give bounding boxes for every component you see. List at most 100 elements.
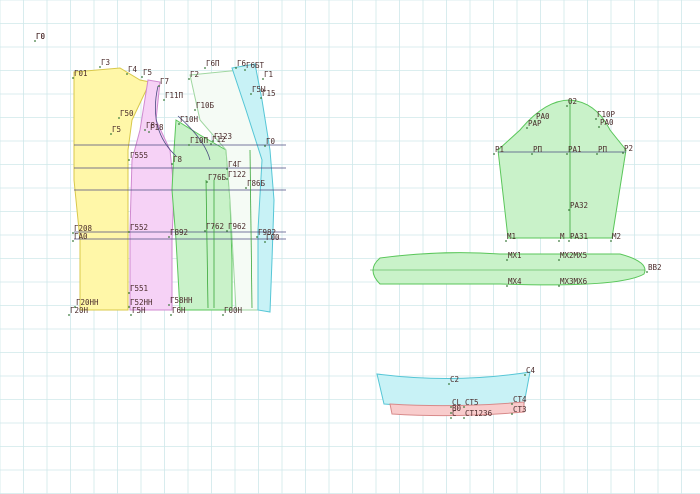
collar-point-marker[interactable] bbox=[524, 374, 526, 376]
bodice-point-marker[interactable] bbox=[163, 99, 165, 101]
bodice-point-marker[interactable] bbox=[222, 314, 224, 316]
sleeve-point-marker[interactable] bbox=[622, 152, 624, 154]
bodice-point-marker[interactable] bbox=[262, 78, 264, 80]
bodice-point-marker[interactable] bbox=[168, 304, 170, 306]
bodice-point-marker[interactable] bbox=[204, 230, 206, 232]
bodice-point-marker[interactable] bbox=[244, 69, 246, 71]
sleeve-point-marker[interactable] bbox=[596, 153, 598, 155]
bodice-back-green[interactable] bbox=[171, 119, 233, 311]
bodice-point-marker[interactable] bbox=[141, 76, 143, 78]
sleeve-point-marker[interactable] bbox=[506, 259, 508, 261]
bodice-point-marker[interactable] bbox=[72, 77, 74, 79]
bodice-point-label: Г4 bbox=[128, 65, 138, 74]
bodice-point-label: Г122 bbox=[228, 170, 246, 179]
bodice-point-marker[interactable] bbox=[206, 181, 208, 183]
sleeve-point-marker[interactable] bbox=[568, 240, 570, 242]
bodice-point-marker[interactable] bbox=[170, 314, 172, 316]
collar-point-marker[interactable] bbox=[450, 406, 452, 408]
bodice-point-label: ГА0 bbox=[74, 232, 88, 241]
bodice-point-marker[interactable] bbox=[226, 178, 228, 180]
bodice-point-marker[interactable] bbox=[68, 314, 70, 316]
bodice-point-marker[interactable] bbox=[118, 117, 120, 119]
bodice-point-label: Г3 bbox=[101, 58, 110, 67]
bodice-point-marker[interactable] bbox=[226, 230, 228, 232]
bodice-point-label: Г11П bbox=[165, 91, 184, 100]
bodice-point-marker[interactable] bbox=[130, 314, 132, 316]
collar-point-label: СТ1236 bbox=[465, 409, 493, 418]
bodice-point-marker[interactable] bbox=[188, 144, 190, 146]
collar-point-marker[interactable] bbox=[450, 412, 452, 414]
bodice-point-marker[interactable] bbox=[158, 85, 160, 87]
bodice-point-marker[interactable] bbox=[99, 66, 101, 68]
sleeve-point-marker[interactable] bbox=[646, 271, 648, 273]
bodice-point-marker[interactable] bbox=[110, 133, 112, 135]
sleeve-point-marker[interactable] bbox=[558, 285, 560, 287]
bodice-point-marker[interactable] bbox=[264, 145, 266, 147]
bodice-point-label: Г01 bbox=[74, 69, 88, 78]
bodice-point-label: Г4Г bbox=[228, 160, 242, 169]
sleeve-point-marker[interactable] bbox=[506, 285, 508, 287]
bodice-point-label: Г18 bbox=[150, 123, 164, 132]
bodice-point-marker[interactable] bbox=[188, 78, 190, 80]
bodice-point-marker[interactable] bbox=[148, 131, 150, 133]
bodice-point-marker[interactable] bbox=[34, 40, 36, 42]
sleeve-point-marker[interactable] bbox=[558, 259, 560, 261]
bodice-point-marker[interactable] bbox=[226, 168, 228, 170]
bodice-side-pink[interactable] bbox=[129, 79, 175, 311]
bodice-point-marker[interactable] bbox=[128, 159, 130, 161]
sleeve-point-marker[interactable] bbox=[531, 153, 533, 155]
collar-point-marker[interactable] bbox=[450, 417, 452, 419]
collar-point-marker[interactable] bbox=[511, 413, 513, 415]
bodice-point-marker[interactable] bbox=[74, 306, 76, 308]
pattern-canvas[interactable]: Г0 Г0Г01Г3Г4 Г5Г7Г2Г6П Г6 Г6БТГ1Г5ЫГ15Г1… bbox=[0, 0, 700, 494]
bodice-point-label: Г762 bbox=[206, 222, 224, 231]
bodice-point-marker[interactable] bbox=[171, 163, 173, 165]
bodice-point-marker[interactable] bbox=[128, 231, 130, 233]
bodice-point-marker[interactable] bbox=[72, 240, 74, 242]
bodice-point-marker[interactable] bbox=[204, 67, 206, 69]
sleeve-point-marker[interactable] bbox=[534, 120, 536, 122]
bodice-point-marker[interactable] bbox=[144, 129, 146, 131]
bodice-point-marker[interactable] bbox=[210, 143, 212, 145]
sleeve-point-marker[interactable] bbox=[526, 127, 528, 129]
collar-point-marker[interactable] bbox=[448, 383, 450, 385]
sleeve-point-label: М2 bbox=[612, 232, 621, 241]
sleeve-point-label: РП bbox=[598, 145, 608, 154]
bodice-point-marker[interactable] bbox=[256, 236, 258, 238]
collar-point-marker[interactable] bbox=[463, 417, 465, 419]
sleeve-point-marker[interactable] bbox=[493, 153, 495, 155]
bodice-point-marker[interactable] bbox=[260, 97, 262, 99]
bodice-point-label: Г58НН bbox=[170, 296, 193, 305]
bodice-point-label: Г86Б bbox=[247, 179, 266, 188]
bodice-point-marker[interactable] bbox=[250, 93, 252, 95]
bodice-pieces[interactable] bbox=[73, 63, 286, 313]
bodice-point-marker[interactable] bbox=[264, 241, 266, 243]
sleeve-point-marker[interactable] bbox=[598, 126, 600, 128]
sleeve-point-marker[interactable] bbox=[568, 209, 570, 211]
bodice-point-label: Г552 bbox=[130, 223, 148, 232]
sleeve-point-marker[interactable] bbox=[558, 240, 560, 242]
sleeve-point-marker[interactable] bbox=[566, 105, 568, 107]
bodice-point-marker[interactable] bbox=[168, 236, 170, 238]
bodice-point-marker[interactable] bbox=[245, 187, 247, 189]
sleeve-point-label: РА0 bbox=[600, 118, 614, 127]
bodice-point-label: Г0 bbox=[266, 137, 276, 146]
bodice-point-marker[interactable] bbox=[128, 292, 130, 294]
bodice-point-marker[interactable] bbox=[178, 123, 180, 125]
bodice-point-marker[interactable] bbox=[126, 73, 128, 75]
bodice-point-marker[interactable] bbox=[128, 306, 130, 308]
sleeve-point-marker[interactable] bbox=[566, 153, 568, 155]
collar-point-marker[interactable] bbox=[463, 406, 465, 408]
collar-point-marker[interactable] bbox=[511, 403, 513, 405]
sleeve-point-marker[interactable] bbox=[610, 240, 612, 242]
bodice-point-label: Г5 bbox=[112, 125, 121, 134]
bodice-point-marker[interactable] bbox=[212, 140, 214, 142]
bodice-point-label: Г6БТ bbox=[246, 61, 265, 70]
bodice-point-label: Г10Н bbox=[180, 115, 199, 124]
sleeve-point-marker[interactable] bbox=[505, 240, 507, 242]
bodice-point-marker[interactable] bbox=[72, 232, 74, 234]
bodice-point-marker[interactable] bbox=[235, 67, 237, 69]
sleeve-point-marker[interactable] bbox=[595, 118, 597, 120]
bodice-point-marker[interactable] bbox=[194, 109, 196, 111]
bodice-point-label: Г8 bbox=[173, 155, 183, 164]
